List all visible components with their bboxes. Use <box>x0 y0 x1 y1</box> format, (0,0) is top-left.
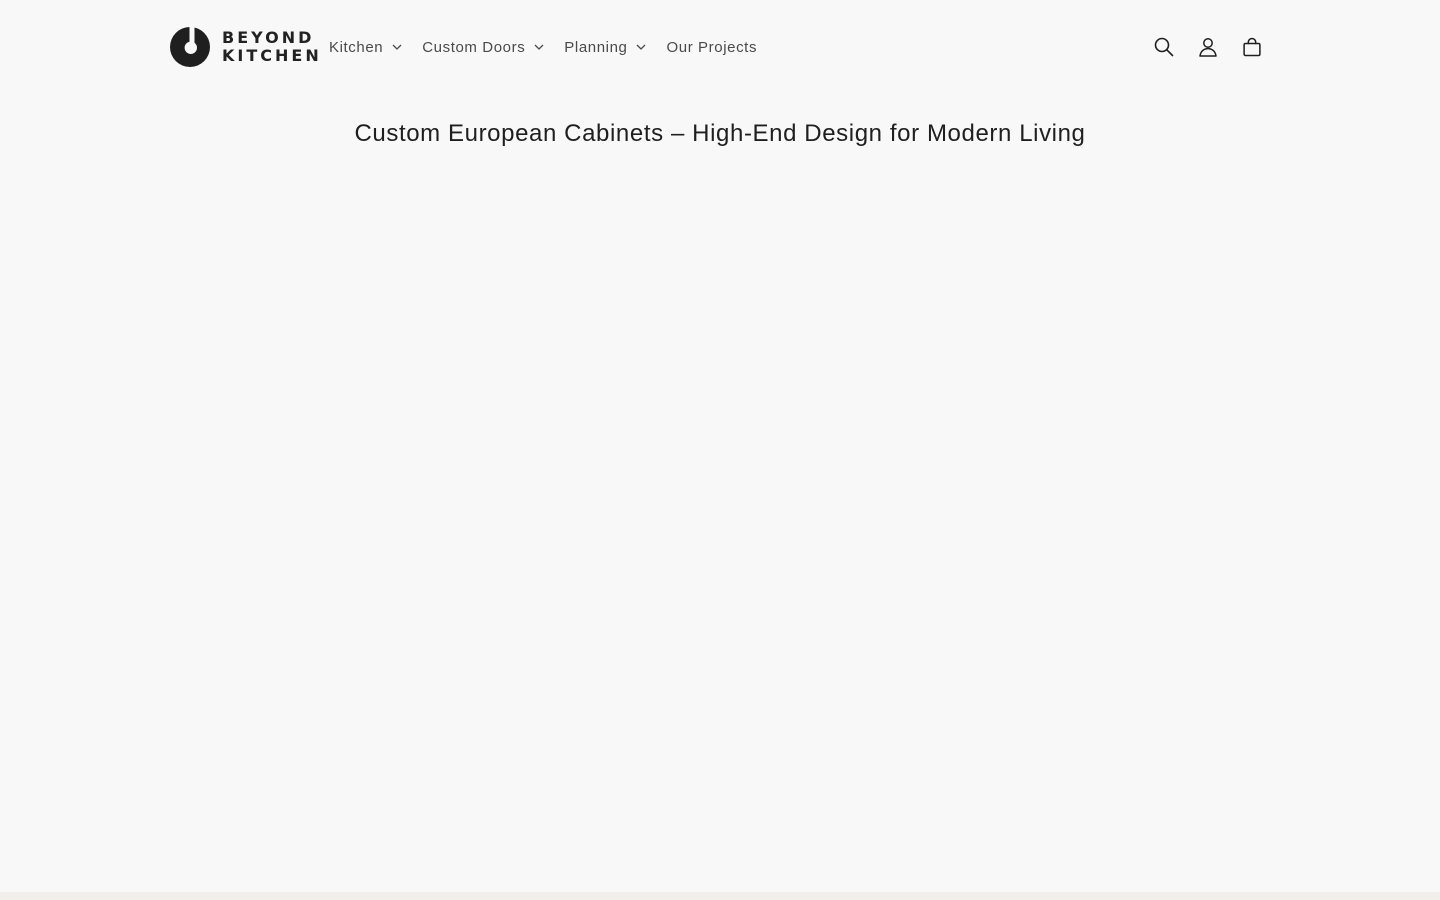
cart-icon <box>1243 37 1261 57</box>
nav-item-label: Planning <box>564 38 628 56</box>
chevron-down-icon <box>392 44 402 50</box>
chevron-down-icon <box>637 44 646 50</box>
chevron-down-icon <box>534 44 544 50</box>
nav-item-label: Custom Doors <box>422 38 526 56</box>
nav-item-our-projects[interactable]: Our Projects <box>666 30 757 64</box>
footer-top-strip <box>0 892 1440 900</box>
site-header: BEYOND KITCHEN Kitchen Custom Doors Plan… <box>0 0 1440 94</box>
nav-item-custom-doors[interactable]: Custom Doors <box>422 30 544 64</box>
nav-item-planning[interactable]: Planning <box>564 30 646 64</box>
nav-item-label: Kitchen <box>329 38 384 56</box>
page: BEYOND KITCHEN Kitchen Custom Doors Plan… <box>0 0 1440 900</box>
brand-name-line-1: BEYOND <box>222 28 315 47</box>
search-icon <box>1154 37 1174 57</box>
brand-logo-link[interactable]: BEYOND KITCHEN <box>170 27 322 67</box>
search-button[interactable] <box>1148 31 1180 63</box>
account-icon <box>1199 38 1217 57</box>
page-title: Custom European Cabinets – High-End Desi… <box>354 120 1086 147</box>
cart-button[interactable] <box>1236 31 1268 63</box>
account-button[interactable] <box>1192 31 1224 63</box>
main-navigation: Kitchen Custom Doors Planning Our Projec… <box>329 30 757 64</box>
nav-item-label: Our Projects <box>666 38 758 56</box>
brand-name: BEYOND KITCHEN <box>222 29 322 65</box>
nav-item-kitchen[interactable]: Kitchen <box>329 30 402 64</box>
brand-name-line-2: KITCHEN <box>222 46 322 65</box>
brand-logo-icon <box>170 27 210 67</box>
main-content-area <box>0 172 1440 892</box>
